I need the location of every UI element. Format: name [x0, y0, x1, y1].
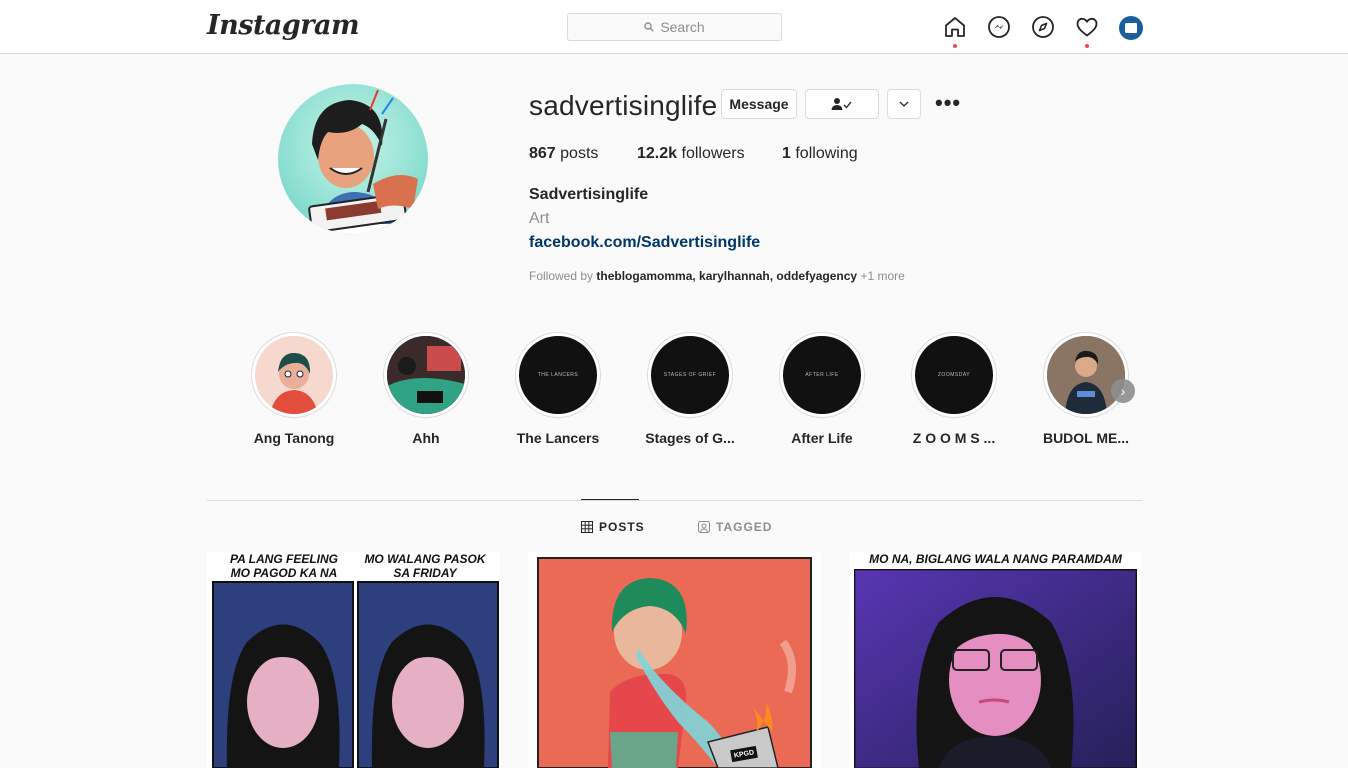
search-icon: [644, 22, 655, 32]
highlight-zoomsday[interactable]: ZOOMSDAY Z O O M S ...: [911, 332, 997, 446]
notification-dot: [953, 44, 957, 48]
tab-tagged[interactable]: TAGGED: [698, 520, 772, 534]
grid-icon: [581, 521, 593, 533]
highlight-cover-text: AFTER LIFE: [783, 336, 861, 414]
instagram-logo[interactable]: Instagram: [207, 10, 360, 41]
following-button[interactable]: [805, 89, 879, 119]
active-tab-indicator: [581, 499, 639, 500]
chevron-down-icon: [899, 101, 909, 107]
highlight-the-lancers[interactable]: THE LANCERS The Lancers: [515, 332, 601, 446]
home-icon[interactable]: [943, 15, 967, 48]
posts-stat: 867 posts: [529, 145, 599, 162]
profile-stats: 867 posts 12.2k followers 1 following: [529, 145, 858, 163]
highlight-label: Ahh: [412, 430, 440, 446]
highlight-label: Z O O M S ...: [912, 430, 996, 446]
heart-icon[interactable]: [1075, 15, 1099, 48]
profile-category: Art: [529, 210, 550, 227]
explore-icon[interactable]: [1031, 15, 1055, 39]
profile-avatar[interactable]: [1119, 16, 1143, 40]
highlight-label: The Lancers: [516, 430, 600, 446]
profile-full-name: Sadvertisinglife: [529, 186, 649, 203]
highlight-cover-text: THE LANCERS: [519, 336, 597, 414]
top-nav: Instagram Search: [0, 0, 1348, 54]
highlights-next-button[interactable]: ›: [1111, 379, 1135, 403]
highlight-cover-text: ZOOMSDAY: [915, 336, 993, 414]
message-button[interactable]: Message: [721, 89, 797, 119]
search-input[interactable]: Search: [567, 13, 782, 41]
tab-posts[interactable]: POSTS: [581, 520, 645, 534]
highlight-label: Stages of G...: [645, 430, 735, 446]
profile-website-link[interactable]: facebook.com/Sadvertisinglife: [529, 234, 760, 252]
notification-dot: [1085, 44, 1089, 48]
highlight-ahh[interactable]: Ahh: [383, 332, 469, 446]
highlight-label: After Life: [791, 430, 853, 446]
tabs-divider: [207, 500, 1142, 501]
highlight-after-life[interactable]: AFTER LIFE After Life: [779, 332, 865, 446]
messenger-icon[interactable]: [987, 15, 1011, 39]
highlight-label: Ang Tanong: [253, 430, 335, 446]
highlight-cover-text: STAGES OF GRIEF: [651, 336, 729, 414]
followers-stat[interactable]: 12.2k followers: [637, 145, 782, 163]
profile-picture[interactable]: [278, 84, 428, 234]
tagged-user-icon: [698, 521, 710, 533]
highlight-label: BUDOL ME...: [1042, 430, 1130, 446]
post-thumbnail[interactable]: PA LANG FEELING MO PAGOD KA NA MO WALANG…: [207, 552, 500, 768]
highlight-stages-of-grief[interactable]: STAGES OF GRIEF Stages of G...: [645, 332, 735, 446]
highlight-ang-tanong[interactable]: Ang Tanong: [251, 332, 337, 446]
profile-username: sadvertisinglife: [529, 90, 718, 121]
search-placeholder: Search: [660, 19, 705, 35]
followed-by-text[interactable]: Followed by theblogamomma, karylhannah, …: [529, 269, 905, 283]
more-options-icon[interactable]: •••: [935, 92, 961, 114]
following-stat[interactable]: 1 following: [782, 145, 858, 163]
post-caption: MO NA, BIGLANG WALA NANG PARAMDAM: [869, 552, 1122, 566]
post-thumbnail[interactable]: KPGD: [528, 552, 821, 768]
suggested-dropdown-button[interactable]: [887, 89, 921, 119]
post-thumbnail[interactable]: MO NA, BIGLANG WALA NANG PARAMDAM: [849, 552, 1142, 768]
user-check-icon: [831, 98, 852, 110]
